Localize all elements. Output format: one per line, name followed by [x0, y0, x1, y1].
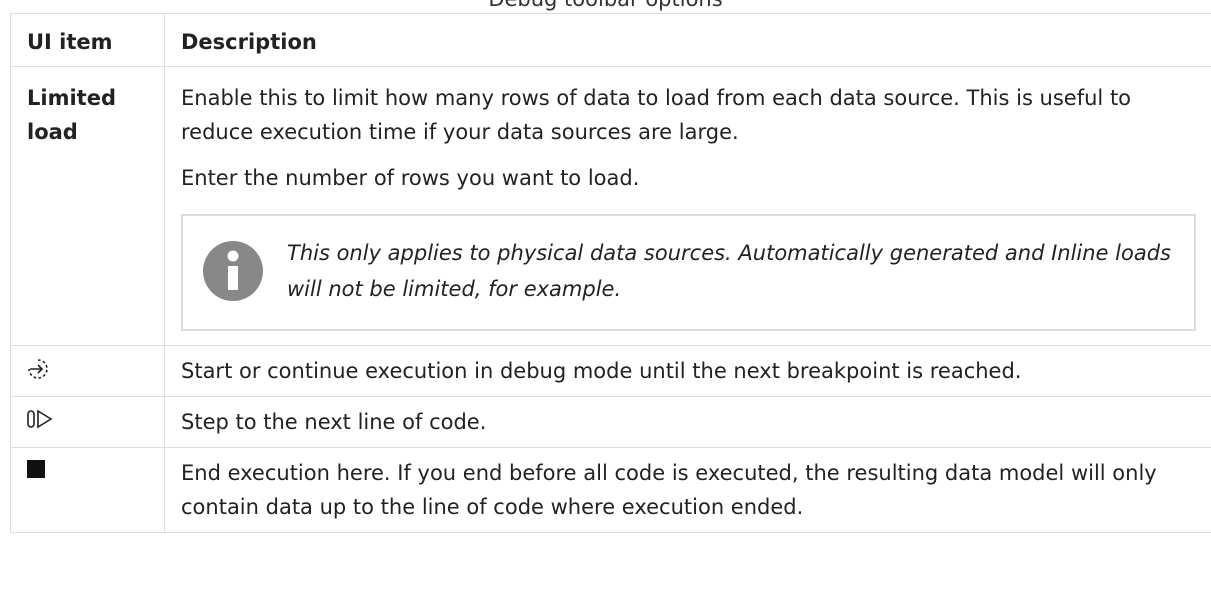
description-step: Step to the next line of code. — [164, 396, 1211, 448]
note-box: This only applies to physical data sourc… — [181, 214, 1196, 331]
item-cell — [10, 447, 165, 533]
debug-toolbar-options-table: UI item Description Limited load Enable … — [10, 13, 1211, 533]
step-icon — [27, 409, 53, 429]
table-header-row: UI item Description — [10, 13, 1211, 67]
description-debug-run: Start or continue execution in debug mod… — [164, 345, 1211, 397]
table-row: Step to the next line of code. — [10, 396, 1211, 448]
header-description: Description — [164, 13, 1211, 67]
description-paragraph: Enable this to limit how many rows of da… — [181, 86, 1132, 144]
note-text: This only applies to physical data sourc… — [287, 241, 1171, 301]
info-icon — [203, 241, 263, 301]
stop-icon — [27, 460, 45, 478]
table-row: End execution here. If you end before al… — [10, 447, 1211, 533]
description-limited-load: Enable this to limit how many rows of da… — [164, 66, 1211, 346]
description-stop: End execution here. If you end before al… — [164, 447, 1211, 533]
table-row: Start or continue execution in debug mod… — [10, 345, 1211, 397]
item-limited-load: Limited load — [10, 66, 165, 346]
header-ui-item: UI item — [10, 13, 165, 67]
debug-run-icon — [28, 359, 48, 379]
description-paragraph: Enter the number of rows you want to loa… — [181, 166, 640, 190]
page: Debug toolbar options UI item Descriptio… — [0, 0, 1211, 591]
item-cell — [10, 345, 165, 397]
item-cell — [10, 396, 165, 448]
table-row: Limited load Enable this to limit how ma… — [10, 66, 1211, 346]
table-caption: Debug toolbar options — [0, 0, 1211, 11]
